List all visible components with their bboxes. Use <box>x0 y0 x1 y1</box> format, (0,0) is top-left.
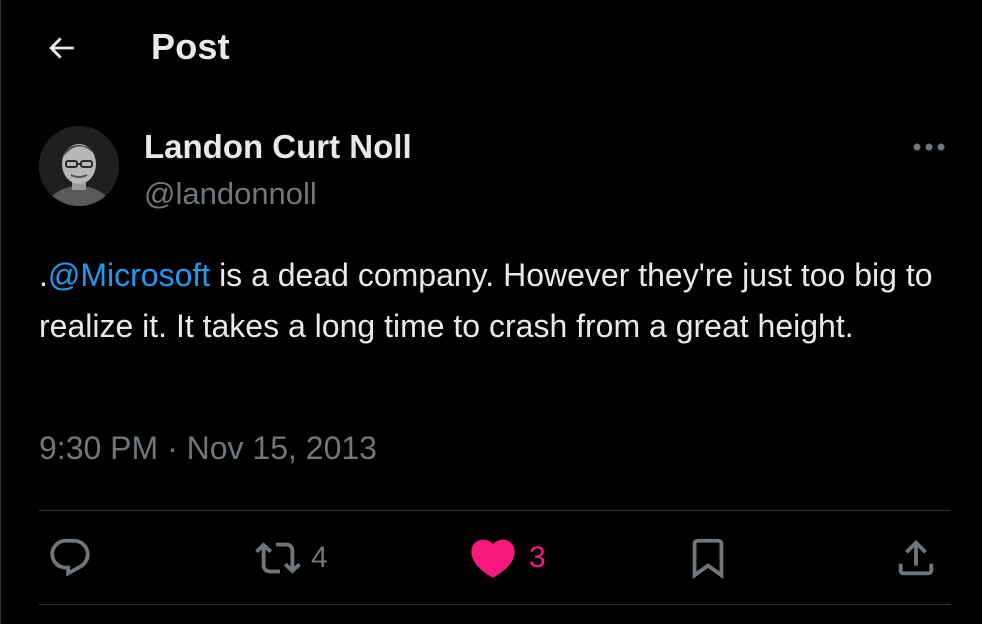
tweet-timestamp[interactable]: 9:30 PM · Nov 15, 2013 <box>39 430 377 467</box>
arrow-left-icon <box>49 37 74 59</box>
reply-icon <box>50 538 90 577</box>
like-button[interactable]: 3 <box>467 532 546 584</box>
share-icon <box>898 539 934 576</box>
post-view: Post Landon Curt Noll @landonnoll .@Micr… <box>0 0 982 624</box>
header: Post <box>1 0 982 96</box>
tweet-time: 9:30 PM <box>39 430 159 466</box>
avatar[interactable] <box>39 126 119 206</box>
bookmark-icon <box>692 538 724 579</box>
retweet-icon <box>255 542 301 574</box>
share-button[interactable] <box>893 532 939 584</box>
back-button[interactable] <box>37 28 85 68</box>
retweet-count: 4 <box>311 541 328 574</box>
more-icon <box>913 143 945 151</box>
like-count: 3 <box>529 541 546 574</box>
page-title: Post <box>151 26 230 67</box>
avatar-image <box>39 126 119 206</box>
divider <box>39 604 951 605</box>
retweet-button[interactable]: 4 <box>255 532 328 584</box>
tweet-prefix: . <box>39 257 48 293</box>
author-name[interactable]: Landon Curt Noll <box>144 128 412 166</box>
reply-button[interactable] <box>47 532 93 584</box>
divider <box>39 510 951 511</box>
tweet-text: .@Microsoft is a dead company. However t… <box>39 250 959 352</box>
tweet-date: Nov 15, 2013 <box>186 430 377 466</box>
heart-icon <box>471 539 515 578</box>
more-options-button[interactable] <box>907 132 951 162</box>
bookmark-button[interactable] <box>685 532 731 584</box>
meta-separator: · <box>158 430 187 466</box>
mention-link[interactable]: @Microsoft <box>48 257 210 293</box>
author-handle[interactable]: @landonnoll <box>144 176 317 212</box>
